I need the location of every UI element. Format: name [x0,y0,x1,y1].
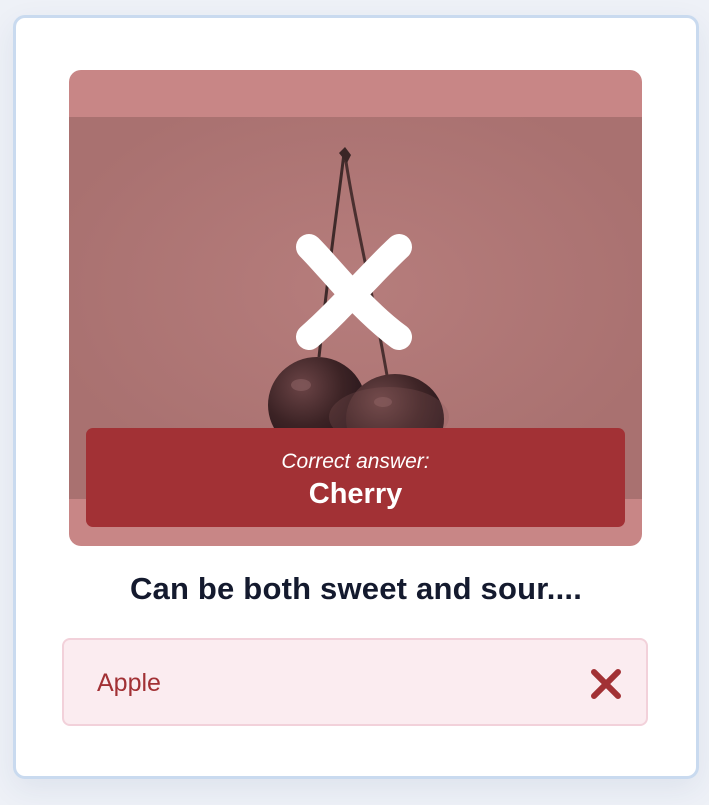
correct-answer-label: Correct answer: [281,450,430,473]
answer-option-apple[interactable]: Apple [62,638,648,726]
question-image-panel: Correct answer: Cherry [69,70,642,546]
wrong-x-icon [296,234,412,350]
x-icon [591,669,621,699]
question-text: Can be both sweet and sour.... [129,571,583,606]
quiz-card: Correct answer: Cherry Can be both sweet… [13,15,699,779]
correct-answer-banner: Correct answer: Cherry [86,428,625,527]
correct-answer-value: Cherry [308,478,403,510]
answer-option-label: Apple [97,669,161,697]
